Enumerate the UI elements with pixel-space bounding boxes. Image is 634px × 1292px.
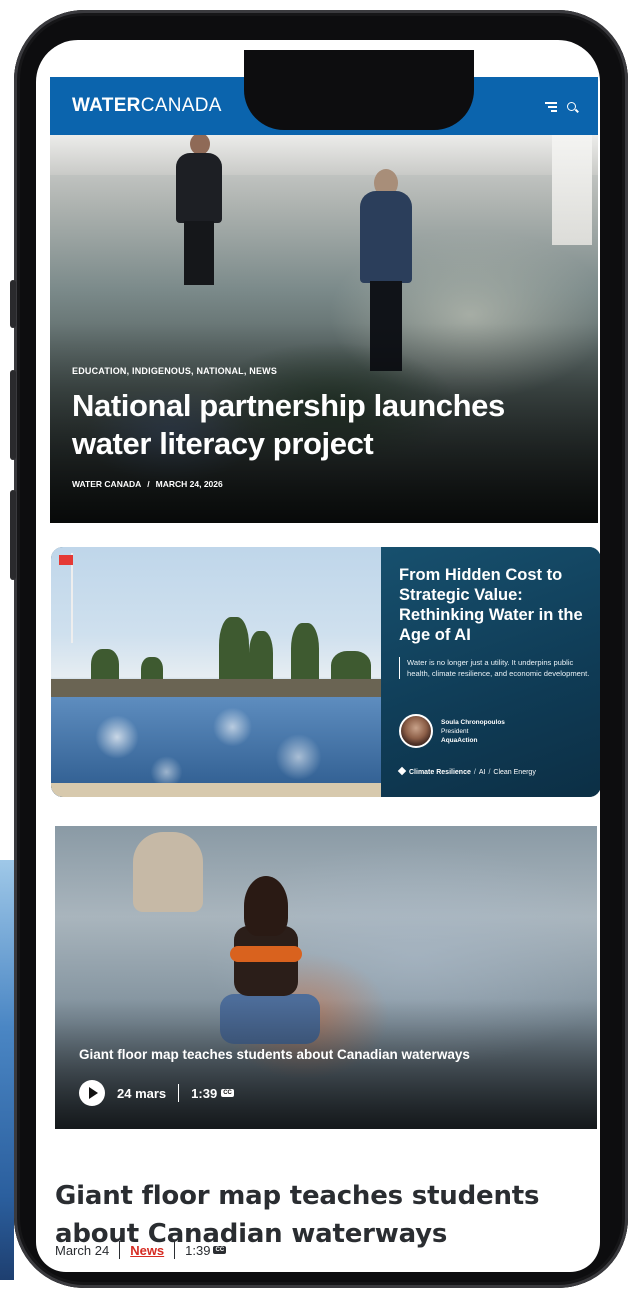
- tag-link[interactable]: AI: [479, 769, 486, 776]
- hero-categories[interactable]: EDUCATION, INDIGENOUS, NATIONAL, NEWS: [72, 366, 277, 376]
- feature-card-author: Soula Chronopoulos President AquaAction: [399, 714, 505, 748]
- site-logo[interactable]: WATERCANADA: [72, 95, 222, 117]
- hero-author[interactable]: WATER CANADA: [72, 479, 141, 489]
- author-org: AquaAction: [441, 736, 478, 744]
- hero-meta-separator: /: [147, 479, 150, 489]
- menu-icon[interactable]: [545, 101, 557, 112]
- hero-photo-wall: [50, 135, 598, 175]
- closed-captions-icon: CC: [213, 1246, 227, 1254]
- search-icon[interactable]: [567, 101, 576, 111]
- feature-card-tags: Climate Resilience / AI / Clean Energy: [397, 766, 536, 776]
- video-gradient: [55, 999, 597, 1129]
- video-caption: Giant floor map teaches students about C…: [79, 1047, 470, 1062]
- phone-side-button: [10, 280, 16, 328]
- divider: [119, 1241, 121, 1259]
- story-date: March 24: [55, 1242, 110, 1258]
- author-role: President: [441, 727, 469, 735]
- video-date: 24 mars: [117, 1085, 167, 1101]
- story-meta: March 24 News 1:39 CC: [55, 1241, 227, 1259]
- avatar: [399, 714, 433, 748]
- phone-volume-up: [10, 370, 16, 460]
- flag-icon: [59, 555, 73, 565]
- video-card[interactable]: Giant floor map teaches students about C…: [55, 826, 597, 1129]
- hero-date: MARCH 24, 2026: [155, 479, 223, 489]
- story-section-link[interactable]: News: [130, 1243, 164, 1258]
- video-controls: 24 mars 1:39 CC: [79, 1080, 234, 1106]
- divider: [174, 1241, 176, 1259]
- phone-screen: WATERCANADA EDUCATION, INDIGENOUS, NATIO…: [36, 40, 600, 1272]
- video-duration: 1:39: [191, 1085, 218, 1101]
- logo-bold-text: WATER: [72, 95, 141, 116]
- closed-captions-icon[interactable]: CC: [221, 1089, 234, 1097]
- feature-card-description: Water is no longer just a utility. It un…: [399, 657, 595, 679]
- phone-notch: [244, 50, 474, 130]
- header-actions: [545, 101, 576, 112]
- hero-meta: WATER CANADA / MARCH 24, 2026: [72, 479, 223, 489]
- story-duration: 1:39: [185, 1242, 211, 1258]
- author-name: Soula Chronopoulos: [441, 718, 505, 726]
- play-icon[interactable]: [79, 1080, 105, 1106]
- hero-article[interactable]: EDUCATION, INDIGENOUS, NATIONAL, NEWS Na…: [50, 135, 598, 523]
- divider: [178, 1084, 180, 1102]
- feature-card-photo: [51, 547, 381, 797]
- hero-title[interactable]: National partnership launches water lite…: [72, 387, 562, 463]
- tag-icon: [397, 766, 407, 776]
- video-photo-child: [133, 832, 203, 912]
- logo-light-text: CANADA: [140, 95, 222, 116]
- tag-link[interactable]: Clean Energy: [493, 769, 535, 776]
- tag-link[interactable]: Climate Resilience: [409, 769, 471, 776]
- background-water-decoration: [0, 860, 14, 1280]
- feature-card-title[interactable]: From Hidden Cost to Strategic Value: Ret…: [399, 565, 589, 645]
- hero-photo-window: [552, 135, 592, 245]
- feature-card[interactable]: From Hidden Cost to Strategic Value: Ret…: [51, 547, 600, 797]
- phone-volume-down: [10, 490, 16, 580]
- feature-card-panel: From Hidden Cost to Strategic Value: Ret…: [381, 547, 600, 797]
